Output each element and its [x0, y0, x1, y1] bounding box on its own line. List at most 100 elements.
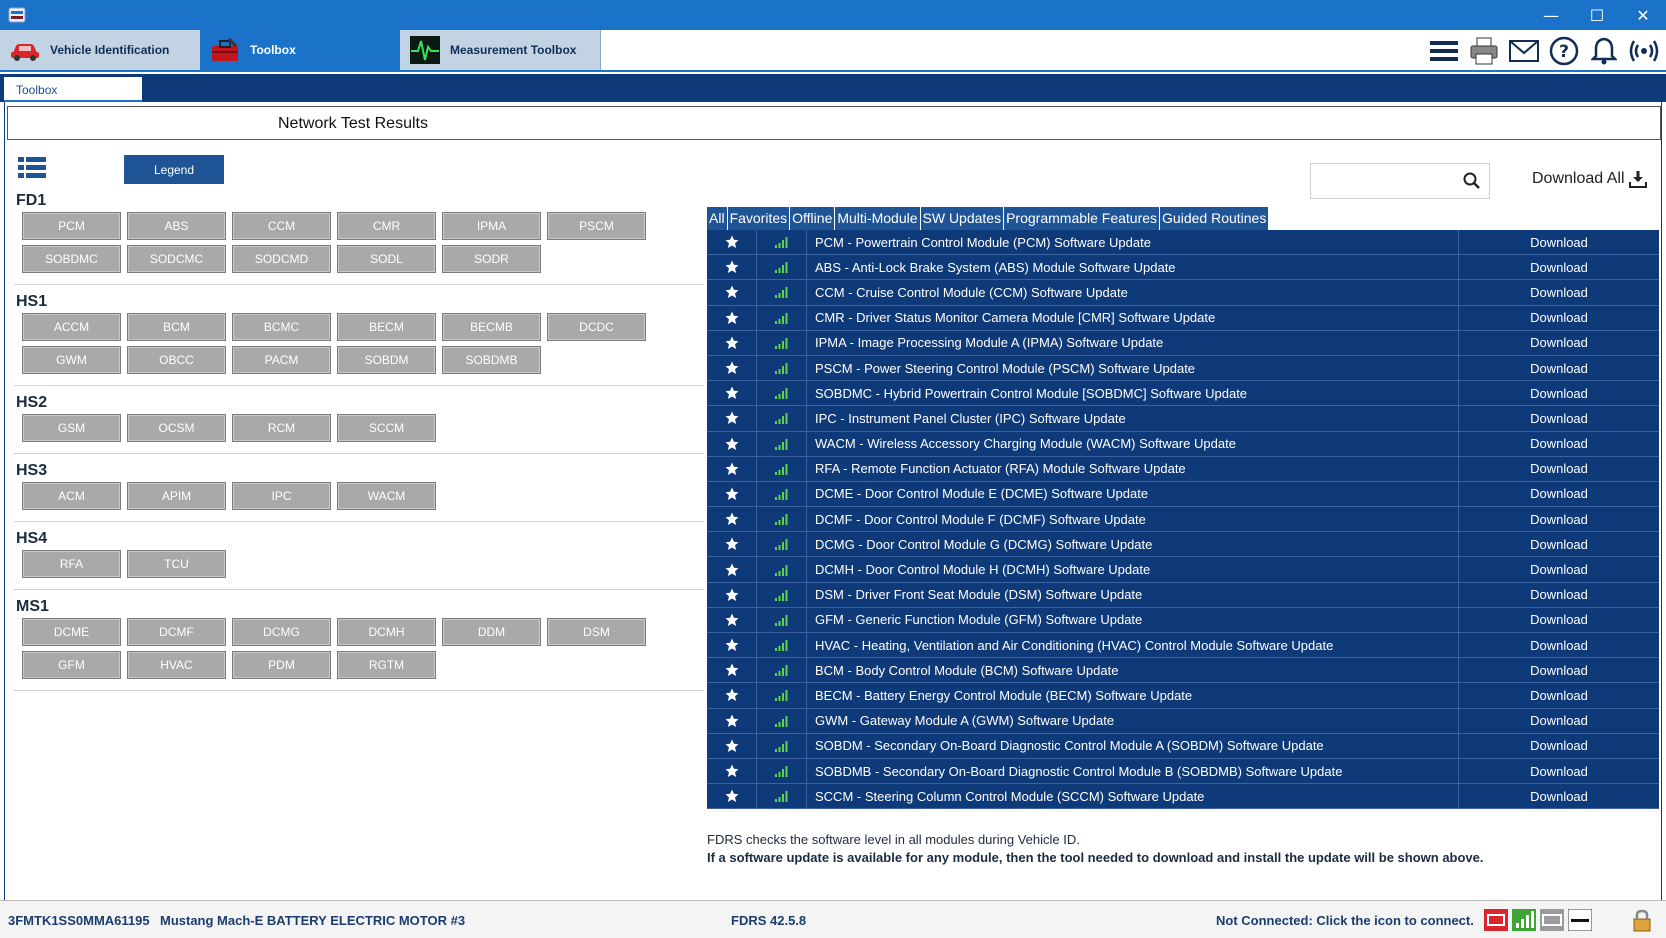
- printer-icon[interactable]: [1468, 35, 1500, 67]
- download-link[interactable]: Download: [1459, 457, 1659, 481]
- update-row[interactable]: HVAC - Heating, Ventilation and Air Cond…: [707, 633, 1659, 659]
- favorite-star-icon[interactable]: [707, 406, 757, 431]
- download-link[interactable]: Download: [1459, 406, 1659, 430]
- module-button[interactable]: DCMF: [127, 618, 226, 646]
- filter-tab[interactable]: Offline: [790, 207, 836, 230]
- vci-red-icon[interactable]: [1484, 909, 1508, 931]
- download-link[interactable]: Download: [1459, 608, 1659, 632]
- module-button[interactable]: RFA: [22, 550, 121, 578]
- favorite-star-icon[interactable]: [707, 532, 757, 557]
- download-link[interactable]: Download: [1459, 734, 1659, 758]
- filter-tab[interactable]: Programmable Features: [1004, 207, 1161, 230]
- module-button[interactable]: HVAC: [127, 651, 226, 679]
- maximize-button[interactable]: ☐: [1574, 0, 1620, 30]
- mail-icon[interactable]: [1508, 35, 1540, 67]
- tab-vehicle-identification[interactable]: Vehicle Identification: [0, 30, 200, 70]
- update-row[interactable]: RFA - Remote Function Actuator (RFA) Mod…: [707, 456, 1659, 482]
- favorite-star-icon[interactable]: [707, 708, 757, 733]
- update-row[interactable]: CMR - Driver Status Monitor Camera Modul…: [707, 305, 1659, 331]
- lock-icon[interactable]: [1630, 909, 1654, 933]
- subtab-toolbox[interactable]: Toolbox: [4, 77, 142, 102]
- favorite-star-icon[interactable]: [707, 305, 757, 330]
- network-device-icon[interactable]: [1540, 909, 1564, 931]
- module-button[interactable]: ACM: [22, 482, 121, 510]
- update-row[interactable]: DCMG - Door Control Module G (DCMG) Soft…: [707, 532, 1659, 558]
- module-button[interactable]: DCME: [22, 618, 121, 646]
- module-button[interactable]: PACM: [232, 346, 331, 374]
- download-link[interactable]: Download: [1459, 331, 1659, 355]
- module-button[interactable]: DCMG: [232, 618, 331, 646]
- favorite-star-icon[interactable]: [707, 255, 757, 280]
- favorite-star-icon[interactable]: [707, 633, 757, 658]
- update-row[interactable]: CCM - Cruise Control Module (CCM) Softwa…: [707, 280, 1659, 306]
- favorite-star-icon[interactable]: [707, 733, 757, 758]
- update-row[interactable]: DCME - Door Control Module E (DCME) Soft…: [707, 481, 1659, 508]
- update-row[interactable]: SOBDMB - Secondary On-Board Diagnostic C…: [707, 758, 1659, 785]
- module-button[interactable]: BCMC: [232, 313, 331, 341]
- download-link[interactable]: Download: [1459, 683, 1659, 707]
- module-button[interactable]: BCM: [127, 313, 226, 341]
- cable-icon[interactable]: [1568, 909, 1592, 931]
- update-row[interactable]: SOBDM - Secondary On-Board Diagnostic Co…: [707, 733, 1659, 759]
- module-button[interactable]: GWM: [22, 346, 121, 374]
- download-link[interactable]: Download: [1459, 306, 1659, 330]
- module-button[interactable]: GFM: [22, 651, 121, 679]
- favorite-star-icon[interactable]: [707, 431, 757, 456]
- download-link[interactable]: Download: [1459, 255, 1659, 279]
- update-row[interactable]: PCM - Powertrain Control Module (PCM) So…: [707, 230, 1659, 256]
- tab-toolbox[interactable]: Toolbox: [200, 30, 400, 70]
- module-button[interactable]: OCSM: [127, 414, 226, 442]
- module-button[interactable]: PDM: [232, 651, 331, 679]
- update-row[interactable]: DCMH - Door Control Module H (DCMH) Soft…: [707, 557, 1659, 583]
- module-button[interactable]: OBCC: [127, 346, 226, 374]
- download-link[interactable]: Download: [1459, 507, 1659, 531]
- favorite-star-icon[interactable]: [707, 784, 757, 809]
- filter-tab[interactable]: All: [707, 207, 728, 230]
- filter-tab[interactable]: Favorites: [728, 207, 791, 230]
- download-all-button[interactable]: Download All: [1532, 170, 1647, 188]
- favorite-star-icon[interactable]: [707, 481, 757, 507]
- module-button[interactable]: TCU: [127, 550, 226, 578]
- update-row[interactable]: SOBDMC - Hybrid Powertrain Control Modul…: [707, 381, 1659, 407]
- filter-tab[interactable]: Multi-Module: [835, 207, 921, 230]
- list-view-icon[interactable]: [18, 156, 46, 180]
- update-row[interactable]: IPMA - Image Processing Module A (IPMA) …: [707, 330, 1659, 356]
- favorite-star-icon[interactable]: [707, 507, 757, 532]
- module-button[interactable]: SOBDM: [337, 346, 436, 374]
- download-link[interactable]: Download: [1459, 432, 1659, 456]
- module-button[interactable]: GSM: [22, 414, 121, 442]
- module-button[interactable]: PCM: [22, 212, 121, 240]
- module-button[interactable]: IPMA: [442, 212, 541, 240]
- module-button[interactable]: SOBDMC: [22, 245, 121, 273]
- close-button[interactable]: ✕: [1620, 0, 1666, 30]
- favorite-star-icon[interactable]: [707, 658, 757, 683]
- wireless-icon[interactable]: [1628, 35, 1660, 67]
- download-link[interactable]: Download: [1459, 583, 1659, 607]
- module-button[interactable]: WACM: [337, 482, 436, 510]
- module-button[interactable]: DCDC: [547, 313, 646, 341]
- update-row[interactable]: IPC - Instrument Panel Cluster (IPC) Sof…: [707, 406, 1659, 432]
- favorite-star-icon[interactable]: [707, 355, 757, 381]
- module-button[interactable]: BECMB: [442, 313, 541, 341]
- favorite-star-icon[interactable]: [707, 557, 757, 582]
- module-button[interactable]: IPC: [232, 482, 331, 510]
- download-link[interactable]: Download: [1459, 381, 1659, 405]
- filter-tab[interactable]: SW Updates: [921, 207, 1005, 230]
- module-button[interactable]: SODL: [337, 245, 436, 273]
- module-button[interactable]: DCMH: [337, 618, 436, 646]
- download-link[interactable]: Download: [1459, 482, 1659, 506]
- download-link[interactable]: Download: [1459, 784, 1659, 808]
- filter-tab[interactable]: Guided Routines: [1160, 207, 1268, 230]
- bell-icon[interactable]: [1588, 35, 1620, 67]
- module-button[interactable]: DDM: [442, 618, 541, 646]
- download-link[interactable]: Download: [1459, 532, 1659, 556]
- signal-strength-icon[interactable]: [1512, 909, 1536, 931]
- favorite-star-icon[interactable]: [707, 758, 757, 784]
- update-row[interactable]: BECM - Battery Energy Control Module (BE…: [707, 683, 1659, 709]
- module-button[interactable]: RCM: [232, 414, 331, 442]
- module-button[interactable]: SODCMC: [127, 245, 226, 273]
- module-button[interactable]: DSM: [547, 618, 646, 646]
- favorite-star-icon[interactable]: [707, 230, 757, 255]
- favorite-star-icon[interactable]: [707, 381, 757, 406]
- favorite-star-icon[interactable]: [707, 582, 757, 607]
